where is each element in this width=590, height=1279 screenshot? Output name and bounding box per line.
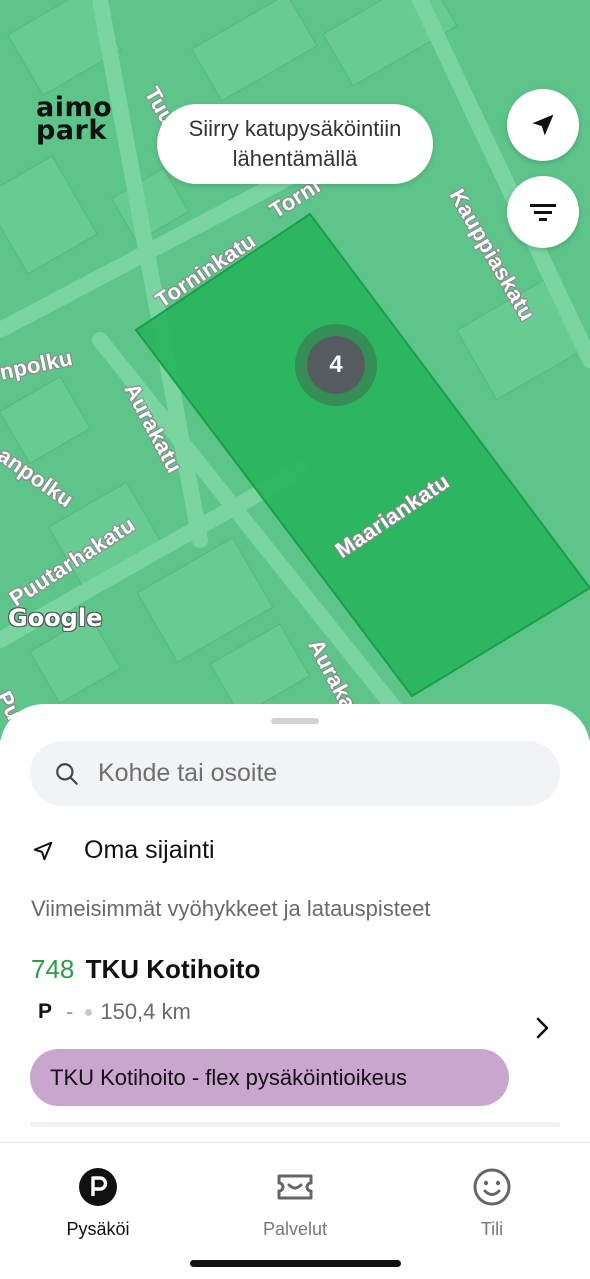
tab-palvelut[interactable]: Palvelut: [225, 1167, 365, 1240]
tab-label: Pysäköi: [66, 1219, 130, 1239]
ticket-icon: [277, 1174, 313, 1200]
zone-distance: 150,4 km: [100, 999, 191, 1024]
bottom-tab-bar: Pysäköi Palvelut Tili: [0, 1142, 590, 1279]
zone-meta: P - 150,4 km: [38, 999, 191, 1025]
dot-separator: [85, 1008, 93, 1016]
home-indicator: [190, 1260, 401, 1267]
divider: [30, 1122, 560, 1127]
own-location-button[interactable]: Oma sijainti: [32, 836, 215, 865]
parking-icon: [79, 1168, 117, 1206]
logo-line-2: park: [36, 115, 107, 146]
google-logo: Google: [8, 604, 103, 632]
navigation-arrow-icon: [532, 114, 554, 136]
filter-button[interactable]: [507, 176, 579, 248]
search-placeholder: Kohde tai osoite: [98, 759, 278, 787]
recent-zone-title[interactable]: 748 TKU Kotihoito: [31, 954, 260, 985]
zone-name: TKU Kotihoito: [85, 954, 261, 984]
tab-tili[interactable]: Tili: [422, 1167, 562, 1240]
recent-zones-heading: Viimeisimmät vyöhykkeet ja latauspisteet: [31, 896, 431, 921]
tab-label: Palvelut: [262, 1219, 328, 1239]
map-view[interactable]: Tuu Torni Torninkatu Kauppiaskatu Auraka…: [0, 0, 590, 740]
chevron-right-icon[interactable]: [533, 1016, 553, 1040]
zone-separator: -: [66, 999, 74, 1024]
permit-badge[interactable]: TKU Kotihoito - flex pysäköintioikeus: [30, 1049, 509, 1106]
aimo-park-logo: aimo park: [36, 94, 112, 146]
search-icon: [56, 762, 78, 785]
bottom-sheet: Kohde tai osoite Oma sijainti Viimeisimm…: [0, 704, 590, 1144]
zone-cluster-marker[interactable]: 4: [295, 324, 377, 406]
navigation-arrow-icon: [33, 841, 53, 860]
tab-pysakoi[interactable]: Pysäköi: [28, 1167, 168, 1240]
zone-code: 748: [31, 954, 75, 984]
parking-type-icon: P: [38, 1000, 53, 1023]
zoom-hint-bubble: Siirry katupysäköintiin lähentämällä: [157, 104, 433, 184]
tab-label: Tili: [480, 1219, 504, 1239]
smiley-icon: [473, 1168, 511, 1206]
search-input[interactable]: Kohde tai osoite: [30, 741, 560, 806]
locate-me-button[interactable]: [507, 89, 579, 161]
sheet-drag-handle[interactable]: [271, 718, 319, 724]
filter-icon: [530, 204, 556, 221]
own-location-label: Oma sijainti: [84, 836, 215, 864]
cluster-count: 4: [307, 336, 365, 394]
